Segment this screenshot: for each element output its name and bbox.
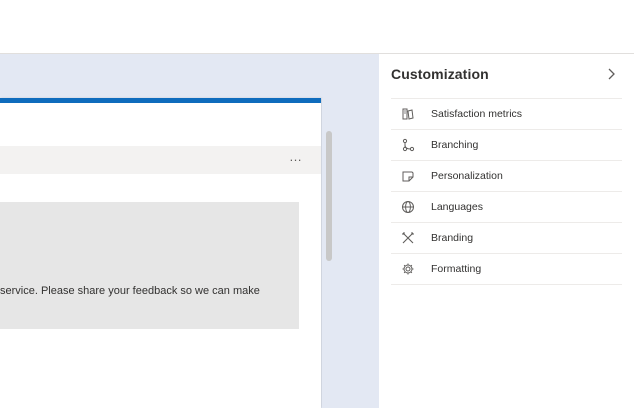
scrollbar[interactable] [322, 98, 336, 408]
list-item-branding[interactable]: Branding [391, 223, 622, 254]
survey-canvas: … service. Please share your feedback so… [0, 54, 379, 408]
more-options-button[interactable]: … [289, 149, 303, 164]
branding-icon [402, 232, 414, 244]
card-accent-bar [0, 98, 321, 103]
panel-title: Customization [391, 66, 489, 82]
survey-intro-text: service. Please share your feedback so w… [0, 284, 299, 298]
chevron-right-icon[interactable] [603, 66, 619, 82]
list-item-branching[interactable]: Branching [391, 130, 622, 161]
survey-card: … service. Please share your feedback so… [0, 98, 321, 408]
card-toolbar: … [0, 146, 321, 174]
list-item-label: Formatting [431, 263, 482, 275]
customization-panel: Customization Satisfaction metrics Branc… [379, 54, 634, 408]
list-item-label: Branching [431, 139, 479, 151]
gear-icon [402, 263, 414, 275]
customization-list: Satisfaction metrics Branching Personali… [391, 98, 622, 285]
globe-icon [402, 201, 414, 213]
survey-intro-block[interactable]: service. Please share your feedback so w… [0, 202, 299, 329]
list-item-personalization[interactable]: Personalization [391, 161, 622, 192]
branching-icon [402, 138, 415, 152]
list-item-languages[interactable]: Languages [391, 192, 622, 223]
survey-intro-text-content: service. Please share your feedback so w… [0, 285, 260, 297]
top-bar [0, 0, 634, 54]
list-item-label: Branding [431, 232, 474, 244]
list-item-formatting[interactable]: Formatting [391, 254, 622, 285]
list-item-label: Personalization [431, 170, 503, 182]
personalization-icon [402, 171, 414, 182]
scrollbar-thumb[interactable] [326, 131, 332, 261]
satisfaction-metrics-icon [402, 108, 414, 120]
list-item-satisfaction-metrics[interactable]: Satisfaction metrics [391, 99, 622, 130]
list-item-label: Satisfaction metrics [431, 108, 523, 120]
list-item-label: Languages [431, 201, 483, 213]
